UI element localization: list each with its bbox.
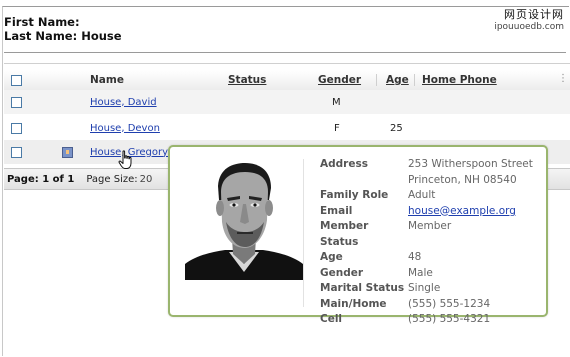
header-divider [4, 52, 566, 53]
first-name-row: First Name: [4, 15, 122, 29]
photo-divider [303, 159, 304, 307]
address-line-2: Princeton, NH 08540 [408, 173, 517, 186]
detail-value: (555) 555-1234 [408, 297, 491, 310]
detail-label: Gender [320, 266, 364, 279]
column-overflow-icon: ⋮ [558, 73, 568, 84]
page-size-label: Page Size: [86, 173, 138, 185]
row-icon-cell [62, 140, 73, 164]
row-select-cell [11, 140, 22, 164]
detail-age: Age 48 [320, 250, 533, 266]
watermark: 网页设计网 ipouuoedb.com [494, 8, 564, 34]
detail-address: Address 253 Witherspoon Street Princeton… [320, 157, 533, 188]
detail-label: Age [320, 251, 343, 263]
detail-label: Main/Home [320, 297, 387, 310]
detail-label: Cell [320, 313, 343, 325]
detail-gender: Gender Male [320, 266, 533, 282]
column-header-home-phone[interactable]: Home Phone [422, 70, 497, 90]
watermark-url: ipouuoedb.com [494, 22, 564, 32]
row-name-cell: House, David [90, 90, 157, 114]
detail-member-status: Member Status Member [320, 219, 533, 250]
member-name-link[interactable]: House, David [90, 97, 157, 108]
member-name-header: First Name: Last Name: House [4, 15, 122, 43]
last-name-row: Last Name: House [4, 29, 122, 43]
row-gender: F [334, 122, 340, 134]
detail-label: Address [320, 158, 368, 170]
member-name-link[interactable]: House, Devon [90, 123, 160, 134]
column-header-status[interactable]: Status [228, 70, 266, 90]
detail-value: (555) 555-4321 [408, 313, 491, 325]
column-header-gender[interactable]: Gender [318, 70, 361, 90]
detail-value: Member [408, 220, 452, 232]
detail-email: Email house@example.org [320, 204, 533, 220]
member-detail-popup: Address 253 Witherspoon Street Princeton… [168, 145, 548, 325]
row-age: 25 [390, 122, 403, 134]
detail-label: Marital Status [320, 282, 405, 294]
detail-value: 48 [408, 251, 422, 263]
grid-top-border [4, 63, 570, 64]
detail-value: Adult [408, 189, 436, 201]
portrait-illustration [185, 163, 303, 280]
column-header-age[interactable]: Age [386, 70, 409, 90]
row-checkbox[interactable] [11, 96, 22, 108]
grid-header-row: Name Status Gender Age Home Phone ⋮ [4, 70, 570, 91]
page-size-select[interactable]: 20 [140, 174, 153, 185]
select-all-cell [11, 70, 22, 90]
detail-value: Single [408, 282, 441, 294]
row-name-cell: House, Devon [90, 116, 160, 140]
detail-marital-status: Marital Status Single [320, 281, 533, 297]
address-line-1: 253 Witherspoon Street [408, 158, 533, 170]
column-divider [376, 74, 377, 86]
column-header-name[interactable]: Name [90, 70, 124, 90]
row-select-cell [11, 90, 22, 114]
detail-family-role: Family Role Adult [320, 188, 533, 204]
select-all-checkbox[interactable] [11, 74, 22, 86]
watermark-title: 网页设计网 [504, 8, 564, 21]
detail-cell-phone: Cell (555) 555-4321 [320, 312, 533, 328]
detail-label: Email [320, 204, 353, 217]
email-link[interactable]: house@example.org [408, 204, 516, 220]
detail-value: 253 Witherspoon Street Princeton, NH 085… [408, 157, 533, 188]
page-indicator: Page: 1 of 1 [7, 173, 75, 185]
detail-label: Family Role [320, 189, 389, 201]
row-select-cell [11, 116, 22, 140]
detail-value: Male [408, 266, 433, 279]
column-divider [414, 74, 415, 86]
detail-label: Member Status [320, 220, 369, 248]
first-name-label: First Name: [4, 15, 80, 29]
detail-main-home-phone: Main/Home (555) 555-1234 [320, 297, 533, 313]
portrait-photo [185, 160, 303, 280]
last-name-label: Last Name: [4, 29, 78, 43]
table-row: House, David M [4, 90, 570, 114]
table-row: House, Devon F 25 [4, 116, 570, 140]
hand-cursor-icon [118, 150, 132, 169]
row-checkbox[interactable] [11, 122, 22, 134]
row-gender: M [332, 96, 341, 108]
member-details: Address 253 Witherspoon Street Princeton… [320, 157, 533, 328]
person-card-icon[interactable] [62, 146, 73, 158]
last-name-value: House [81, 29, 122, 43]
row-checkbox[interactable] [11, 146, 22, 158]
